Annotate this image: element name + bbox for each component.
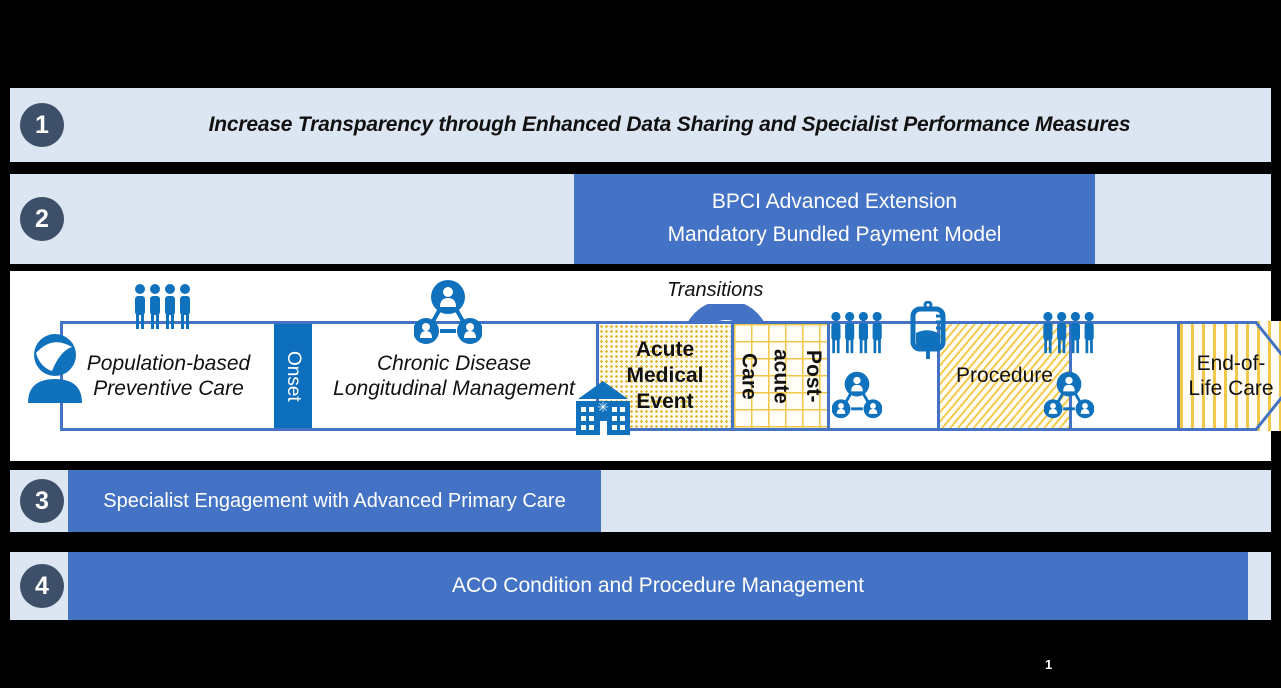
transitions-label: Transitions [667,279,764,301]
bpci-line-2: Mandatory Bundled Payment Model [667,223,1002,246]
row-4-label: ACO Condition and Procedure Management [451,574,865,597]
acute-label-line1: Acute [635,337,695,361]
postacute-label-part3: Post- [801,349,825,403]
group-of-people-icon-2 [831,311,882,354]
population-label-line1: Population-based [86,351,251,375]
acute-label-line2: Medical [626,363,704,387]
page-number: 1 [1045,657,1053,672]
row-3-number-badge: 3 [20,479,64,523]
segment-onset: Onset [274,321,312,431]
continuum-arrowhead [1178,321,1281,431]
row-3-label: Specialist Engagement with Advanced Prim… [103,489,566,512]
row-4-number-badge: 4 [20,564,64,608]
group-of-people-icon-3 [1043,311,1094,354]
svg-text:✳: ✳ [597,400,609,416]
bpci-line-1: BPCI Advanced Extension [711,190,958,214]
chronic-label-line2: Longitudinal Management [333,377,575,400]
hospital-building-icon: ✳ [576,381,630,435]
population-label-line2: Preventive Care [93,377,244,400]
segment-population-preventive-care: Population-based Preventive Care [60,321,274,431]
care-team-network-icon-2 [832,371,882,419]
procedure-label: Procedure [956,364,1053,388]
strategy-row-1: 1 Increase Transparency through Enhanced… [10,88,1271,162]
bpci-advanced-block: BPCI Advanced Extension Mandatory Bundle… [574,174,1095,264]
aco-management-block: ACO Condition and Procedure Management [68,552,1248,620]
segment-post-acute-care: Care acute Post- [734,321,830,431]
row-1-label: Increase Transparency through Enhanced D… [208,113,1131,136]
iv-bag-icon [910,301,946,359]
postacute-label-part2: acute [769,348,793,404]
care-team-network-icon [414,280,482,344]
row-2-number-badge: 2 [20,197,64,241]
specialist-engagement-block: Specialist Engagement with Advanced Prim… [68,470,601,532]
care-team-network-icon-3 [1044,371,1094,419]
acute-label-line3: Event [636,390,694,414]
group-of-people-icon [135,284,190,329]
onset-label: Onset [283,350,304,402]
postacute-label-part1: Care [737,352,761,400]
chronic-label-line1: Chronic Disease [376,351,532,375]
row-1-number-badge: 1 [20,103,64,147]
patient-avatar-icon [28,334,82,403]
care-continuum-panel: Transitions Population-based Preventive … [10,271,1281,461]
